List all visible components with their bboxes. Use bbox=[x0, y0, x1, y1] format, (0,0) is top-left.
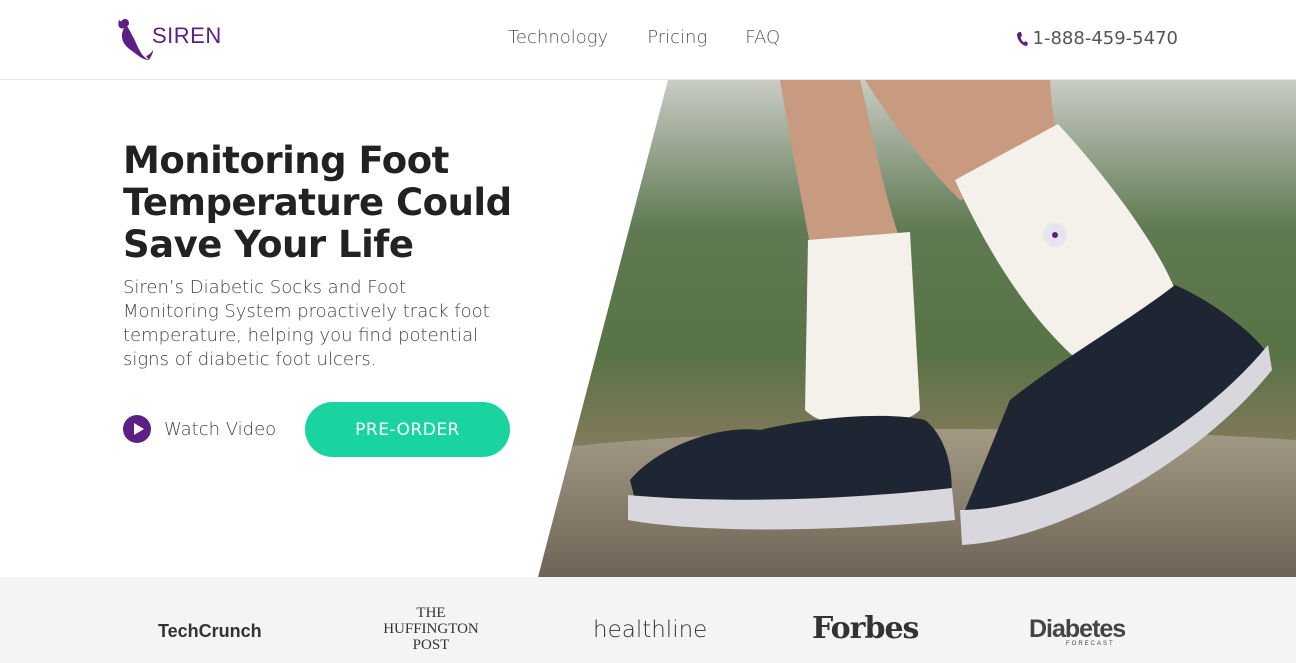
diabetes-forecast-logo: Diabetes FORECAST bbox=[1029, 615, 1126, 647]
hero-headline: Monitoring Foot Temperature Could Save Y… bbox=[123, 139, 512, 266]
phone-link[interactable]: 1-888-459-5470 bbox=[1016, 28, 1178, 49]
phone-icon bbox=[1016, 31, 1028, 46]
brand-name: SIREN bbox=[152, 23, 222, 48]
siren-logo[interactable]: SIREN bbox=[116, 16, 222, 62]
press-strip: TechCrunch THE HUFFINGTON POST healthlin… bbox=[0, 577, 1296, 663]
nav-technology[interactable]: Technology bbox=[508, 27, 608, 48]
diabetes-forecast-title: Diabetes bbox=[1029, 615, 1126, 643]
huffington-line-3: POST bbox=[412, 637, 450, 653]
nav-pricing[interactable]: Pricing bbox=[647, 27, 707, 48]
play-icon[interactable] bbox=[123, 415, 151, 443]
huffington-line-2: HUFFINGTON bbox=[383, 621, 479, 637]
preorder-button[interactable]: PRE-ORDER bbox=[305, 402, 510, 457]
hero-subtext: Siren’s Diabetic Socks and Foot Monitori… bbox=[123, 277, 490, 370]
healthline-logo: healthline bbox=[593, 617, 708, 643]
main-nav: Technology Pricing FAQ bbox=[508, 27, 780, 48]
site-header: SIREN Technology Pricing FAQ 1-888-459-5… bbox=[0, 0, 1296, 80]
diabetes-forecast-subtitle: FORECAST bbox=[1066, 641, 1115, 647]
phone-number: 1-888-459-5470 bbox=[1032, 28, 1178, 49]
watch-video-label[interactable]: Watch Video bbox=[164, 419, 276, 440]
forbes-logo: Forbes bbox=[812, 611, 919, 646]
huffington-post-logo: THE HUFFINGTON POST bbox=[375, 605, 487, 653]
techcrunch-logo: TechCrunch bbox=[158, 621, 262, 641]
huffington-line-1: THE bbox=[416, 605, 446, 621]
mermaid-icon bbox=[118, 19, 153, 60]
watch-video-button[interactable]: Watch Video bbox=[123, 415, 276, 443]
hero-section: Monitoring Foot Temperature Could Save Y… bbox=[0, 80, 1296, 577]
nav-faq[interactable]: FAQ bbox=[745, 27, 780, 48]
